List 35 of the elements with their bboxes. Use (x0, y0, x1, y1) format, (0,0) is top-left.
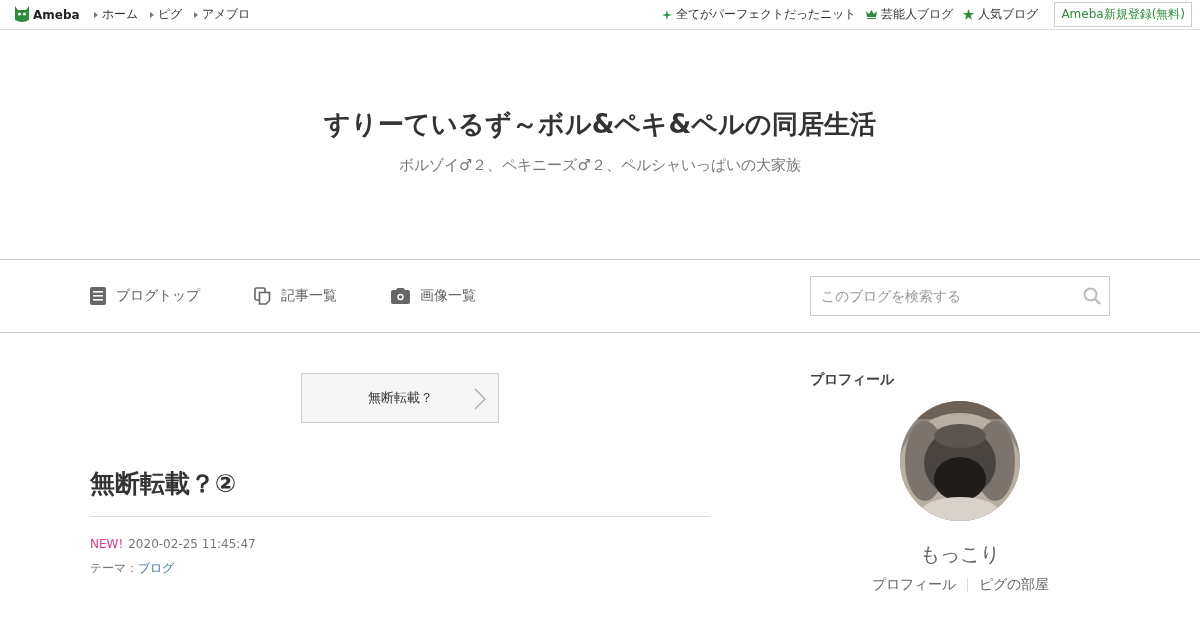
nav-link[interactable]: ピグ (149, 6, 182, 23)
document-icon (90, 287, 106, 305)
theme-link[interactable]: ブログ (138, 560, 174, 577)
star-icon (963, 9, 975, 20)
nav-link[interactable]: ホーム (93, 6, 138, 23)
previous-article-button[interactable]: 無断転載？ (301, 373, 499, 423)
nav-item[interactable]: 記事一覧 (254, 287, 337, 305)
camera-icon (391, 288, 410, 304)
copy-icon (254, 287, 271, 305)
profile-link[interactable]: ピグの部屋 (967, 576, 1060, 594)
search-field[interactable]: このブログを検索する (810, 276, 1110, 316)
nav-item[interactable]: 画像一覧 (391, 287, 476, 305)
triangle-icon (149, 11, 154, 18)
sparkle-icon (662, 9, 673, 20)
header-link[interactable]: 全てがパーフェクトだったニット (662, 6, 857, 23)
header-link[interactable]: 芸能人ブログ (866, 6, 954, 23)
new-label: NEW! (90, 537, 124, 551)
blog-description: ボルゾイ♂２、ペキニーズ♂２、ペルシャいっぱいの大家族 (399, 155, 801, 175)
blog-title[interactable]: すりーているず～ボル&ペキ&ペルの同居生活 (323, 106, 877, 142)
triangle-icon (193, 11, 198, 18)
chevron-right-icon (474, 388, 486, 410)
triangle-icon (93, 11, 98, 18)
nav-link[interactable]: アメブロ (193, 6, 250, 23)
header-link[interactable]: 人気ブログ (963, 6, 1039, 23)
theme-label: テーマ： (90, 560, 138, 577)
crown-icon (866, 10, 878, 19)
register-button[interactable]: Ameba新規登録(無料) (1054, 2, 1192, 27)
post-date: 2020-02-25 11:45:47 (128, 537, 256, 551)
logo-icon (14, 6, 30, 23)
profile-heading: プロフィール (810, 371, 894, 389)
profile-link[interactable]: プロフィール (860, 576, 967, 594)
logo-text[interactable]: Ameba (33, 7, 80, 22)
nav-item[interactable]: ブログトップ (90, 287, 200, 305)
article-title: 無断転載？② (90, 467, 710, 517)
profile-name: もっこり (920, 541, 1000, 568)
